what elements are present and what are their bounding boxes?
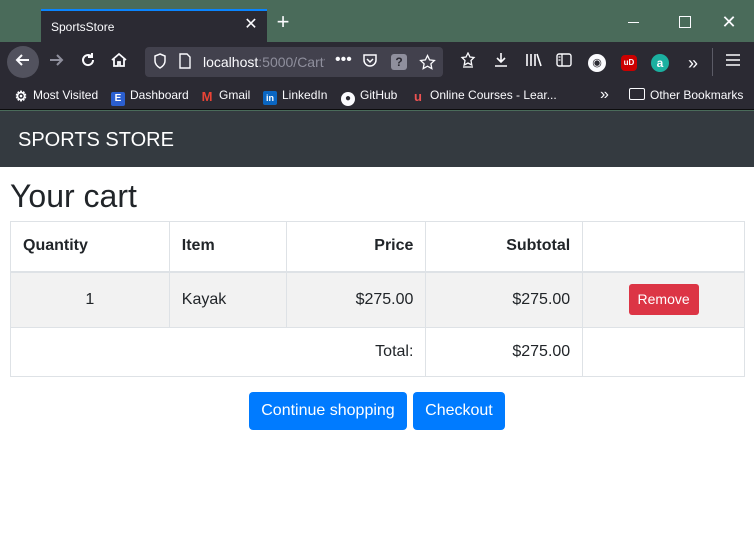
reader-list-icon[interactable] — [457, 51, 479, 74]
pocket-icon[interactable] — [362, 52, 378, 71]
downloads-icon[interactable] — [490, 52, 512, 74]
cell-item: Kayak — [168, 271, 287, 328]
page-actions-menu-icon[interactable]: ••• — [335, 51, 352, 69]
footer-empty-cell — [582, 327, 745, 377]
gmail-icon: M — [201, 89, 213, 104]
table-row: 1 Kayak $275.00 $275.00 Remove — [10, 271, 745, 328]
bookmark-label: Online Courses - Lear... — [430, 88, 557, 102]
bookmark-label: Dashboard — [130, 88, 189, 102]
window-minimize-button[interactable] — [624, 12, 644, 32]
extension-a-icon[interactable]: a — [651, 54, 669, 72]
bookmark-most-visited[interactable]: ⚙ Most Visited — [14, 88, 98, 103]
toolbar-separator — [712, 48, 713, 76]
browser-tab-active[interactable]: SportsStore ✕ — [41, 9, 267, 42]
page-info-icon[interactable] — [179, 53, 191, 72]
total-value: $275.00 — [425, 327, 584, 377]
total-label: Total: — [9, 327, 427, 377]
home-button[interactable] — [105, 48, 133, 76]
cell-subtotal: $275.00 — [425, 271, 584, 328]
window-close-button[interactable]: ✕ — [719, 12, 739, 32]
table-header-row: Quantity Item Price Subtotal — [10, 221, 745, 273]
bookmark-label: Most Visited — [33, 88, 99, 102]
address-bar[interactable]: localhost:5000/Cart? ••• ? — [145, 47, 443, 77]
remove-button[interactable]: Remove — [628, 284, 699, 316]
bookmark-label: Gmail — [219, 88, 251, 102]
bookmark-label: LinkedIn — [282, 88, 328, 102]
cell-quantity: 1 — [10, 271, 170, 328]
bookmark-gmail[interactable]: M Gmail — [200, 88, 251, 104]
browser-toolbar: localhost:5000/Cart? ••• ? ◉ uD a » — [0, 42, 754, 82]
hamburger-menu-icon[interactable] — [722, 52, 744, 74]
page-content: SPORTS STORE Your cart Quantity Item Pri… — [0, 111, 754, 538]
cart-actions: Continue shopping Checkout — [0, 392, 754, 430]
new-tab-button[interactable]: + — [273, 11, 293, 33]
column-header-actions — [582, 221, 745, 273]
overflow-chevron-icon[interactable]: » — [682, 52, 704, 74]
column-header-price: Price — [285, 221, 427, 273]
column-header-item: Item — [168, 221, 287, 273]
url-path: :5000/Cart? — [258, 54, 325, 70]
linkedin-icon: in — [263, 91, 277, 105]
gear-icon: ⚙ — [14, 88, 28, 104]
window-maximize-button[interactable] — [674, 12, 694, 32]
continue-shopping-button[interactable]: Continue shopping — [249, 392, 407, 430]
back-button[interactable] — [7, 46, 39, 78]
library-icon[interactable] — [523, 52, 545, 74]
bookmark-other-bookmarks[interactable]: Other Bookmarks — [629, 88, 743, 102]
github-icon: ● — [341, 92, 355, 106]
arrow-right-icon — [50, 54, 64, 66]
bookmark-github[interactable]: ● GitHub — [341, 88, 397, 106]
url-text[interactable]: localhost:5000/Cart? — [203, 54, 325, 70]
page-title: Your cart — [10, 178, 137, 214]
site-header: SPORTS STORE — [0, 111, 754, 167]
folder-icon — [629, 88, 645, 100]
cell-price: $275.00 — [285, 271, 427, 328]
tab-title: SportsStore — [51, 20, 115, 34]
reload-button[interactable] — [74, 48, 102, 76]
extension-help-icon[interactable]: ? — [391, 54, 407, 70]
url-host: localhost — [203, 54, 259, 70]
bookmark-linkedin[interactable]: in LinkedIn — [263, 88, 327, 105]
bookmarks-overflow-chevron-icon[interactable]: » — [600, 86, 609, 104]
udemy-icon: u — [414, 89, 422, 104]
checkout-button[interactable]: Checkout — [413, 392, 505, 430]
cell-actions: Remove — [582, 271, 745, 328]
bookmarks-toolbar: ⚙ Most Visited E Dashboard M Gmail in Linked… — [0, 82, 754, 110]
column-header-quantity: Quantity — [10, 221, 170, 273]
forward-button[interactable] — [42, 48, 70, 76]
arrow-left-icon — [15, 54, 29, 66]
home-icon — [111, 52, 127, 67]
bookmark-online-courses[interactable]: u Online Courses - Lear... — [411, 88, 557, 104]
reload-icon — [82, 53, 95, 67]
bookmark-label: GitHub — [360, 88, 398, 102]
sidebar-icon[interactable] — [553, 52, 575, 74]
site-brand: SPORTS STORE — [18, 129, 174, 151]
extension-owl-icon[interactable]: ◉ — [588, 54, 606, 72]
bookmark-star-icon[interactable] — [419, 51, 436, 76]
ublock-origin-icon[interactable]: uD — [621, 55, 637, 71]
tracking-shield-icon[interactable] — [153, 53, 167, 72]
browser-titlebar: SportsStore ✕ + ✕ — [0, 0, 754, 42]
column-header-subtotal: Subtotal — [425, 221, 584, 273]
tab-close-icon[interactable]: ✕ — [243, 17, 259, 33]
dashboard-icon: E — [111, 92, 125, 106]
table-footer-row: Total: $275.00 — [9, 327, 745, 377]
bookmark-label: Other Bookmarks — [650, 88, 744, 102]
bookmark-dashboard[interactable]: E Dashboard — [111, 88, 189, 106]
cart-table: Quantity Item Price Subtotal 1 Kayak $27… — [9, 221, 745, 377]
